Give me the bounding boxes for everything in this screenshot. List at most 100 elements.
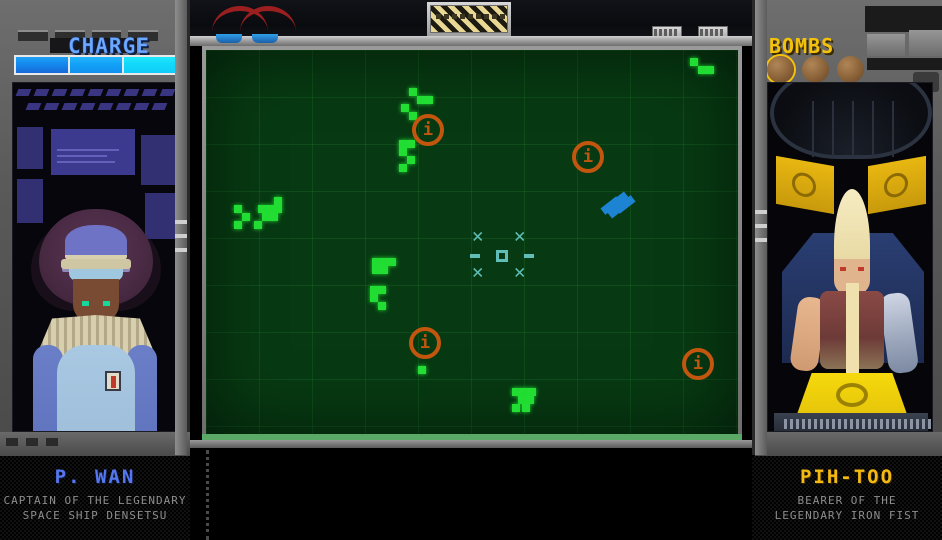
radar-blip (690, 58, 698, 66)
charge-meter (14, 55, 178, 75)
radar-blip (401, 104, 409, 112)
bridge-screen-line (57, 149, 119, 151)
captain-eye (82, 301, 89, 306)
top-bezel (190, 0, 752, 46)
captain-title: CAPTAIN OF THE LEGENDARY SPACE SHIP DENS… (0, 493, 190, 523)
hazard-stripes (430, 5, 508, 33)
radar-display[interactable]: i i i i ✕ ✕ ✕ ✕ (206, 50, 738, 434)
warrior-eye (858, 267, 864, 271)
radar-blip (522, 404, 530, 412)
bridge-side-screen (145, 193, 175, 239)
radar-blip (258, 205, 266, 213)
radar-blip (399, 148, 407, 156)
right-hud-panel: BOMBS PIH-TOO BEARER OF THE LEGENDARY IR… (752, 0, 942, 540)
captain-name: P. WAN (54, 466, 136, 488)
warrior-title-line-1: BEARER OF THE (797, 494, 897, 507)
warrior-eye (840, 267, 846, 271)
targeting-reticle[interactable]: ✕ ✕ ✕ ✕ (470, 225, 534, 284)
radar-info-marker[interactable]: i (572, 141, 604, 173)
radar-info-marker[interactable]: i (409, 327, 441, 359)
panel-notch (6, 438, 18, 446)
warrior-name: PIH-TOO (799, 466, 895, 488)
right-panel-vent (867, 34, 905, 56)
radar-blip (407, 140, 415, 148)
radar-blip (407, 156, 415, 164)
bridge-side-screen (17, 179, 43, 223)
lower-message-panel (206, 450, 734, 540)
captain-eye (103, 301, 110, 306)
radar-blip (417, 96, 425, 104)
radar-blip (370, 294, 378, 302)
radar-blip (372, 266, 380, 274)
radar-blip (518, 396, 526, 404)
player-ship-blip[interactable] (603, 191, 633, 219)
center-divider (190, 440, 752, 448)
captain-title-line-1: CAPTAIN OF THE LEGENDARY (3, 494, 187, 507)
warrior-title-line-2: LEGENDARY IRON FIST (774, 509, 920, 522)
radar-frame: i i i i ✕ ✕ ✕ ✕ (202, 46, 742, 438)
warrior-sash (846, 283, 859, 375)
bomb-icon[interactable] (837, 56, 864, 83)
radar-blip (378, 286, 386, 294)
bombs-label: BOMBS (769, 34, 835, 58)
left-panel-rail (175, 0, 187, 455)
dome-ray (892, 101, 894, 157)
radar-blip (270, 213, 278, 221)
warrior-nameplate: PIH-TOO BEARER OF THE LEGENDARY IRON FIS… (752, 456, 942, 540)
reticle-corner-icon: ✕ (472, 261, 484, 283)
bridge-screen-line (57, 155, 107, 157)
right-panel-chrome: BOMBS (752, 0, 942, 456)
arena-dome (770, 83, 932, 159)
left-hud-panel: CHARGE P. WAN CAPTAIN OF THE LEGENDARY S… (0, 0, 190, 540)
bridge-screen-line (57, 161, 115, 163)
radar-info-marker[interactable]: i (412, 114, 444, 146)
right-panel-vent (909, 30, 942, 56)
radar-blip (234, 221, 242, 229)
panel-notch (26, 438, 38, 446)
warrior-portrait (767, 82, 933, 432)
radar-blip (262, 213, 270, 221)
bombs-row (767, 56, 864, 83)
panel-notch (46, 438, 58, 446)
radar-blip (266, 205, 274, 213)
radar-blip (520, 388, 528, 396)
bridge-side-screen (17, 127, 43, 169)
radar-blip (418, 366, 426, 374)
radar-blip (378, 302, 386, 310)
radar-blip (254, 221, 262, 229)
center-viewport: i i i i ✕ ✕ ✕ ✕ (190, 0, 752, 540)
bridge-ceiling-lights (13, 83, 177, 123)
reticle-dash (524, 254, 534, 258)
charge-segment (70, 57, 122, 73)
hazard-panel[interactable] (427, 2, 511, 36)
bezel-blue-led (216, 34, 242, 43)
radar-blip (234, 205, 242, 213)
radar-blip (380, 266, 388, 274)
right-panel-rail (755, 0, 767, 455)
reticle-corner-icon: ✕ (514, 225, 526, 247)
radar-blip (698, 66, 706, 74)
bomb-icon[interactable] (767, 56, 794, 83)
captain-nameplate: P. WAN CAPTAIN OF THE LEGENDARY SPACE SH… (0, 456, 190, 540)
reticle-dash (470, 254, 480, 258)
radar-blip (706, 66, 714, 74)
bezel-blue-led (252, 34, 278, 43)
radar-blip (425, 96, 433, 104)
charge-segment (124, 57, 176, 73)
bomb-icon[interactable] (802, 56, 829, 83)
warrior-console-grille (784, 419, 932, 429)
radar-blip (372, 258, 380, 266)
radar-blip (274, 205, 282, 213)
reticle-center (496, 250, 508, 262)
reticle-corner-icon: ✕ (514, 261, 526, 283)
warrior-console (774, 413, 931, 431)
radar-blip (512, 404, 520, 412)
captain-hat (65, 225, 127, 261)
hazard-dash-row (436, 14, 505, 19)
radar-blip (370, 286, 378, 294)
bridge-main-screen (51, 129, 135, 175)
charge-segment (16, 57, 68, 73)
radar-info-marker[interactable]: i (682, 348, 714, 380)
right-panel-footer (755, 432, 942, 456)
gold-banner-left (776, 155, 834, 215)
